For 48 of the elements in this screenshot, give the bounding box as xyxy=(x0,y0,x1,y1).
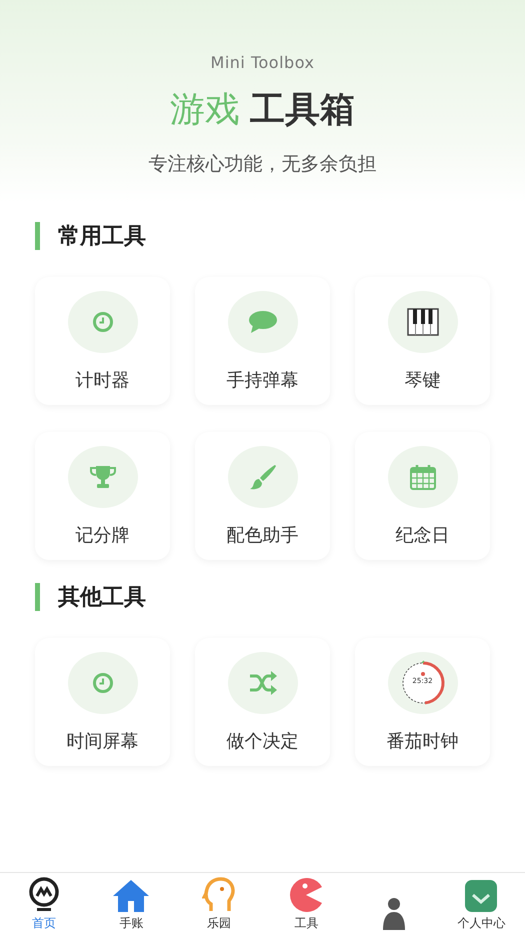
nav-item[interactable]: 乐园 xyxy=(175,873,262,935)
pacman-icon xyxy=(288,877,324,913)
nav-label: 乐园 xyxy=(206,915,231,932)
tool-label: 配色助手 xyxy=(226,524,298,546)
trophy-icon xyxy=(88,464,116,488)
tool-card[interactable]: 做个决定 xyxy=(195,638,330,766)
nav-item[interactable]: 个人中心 xyxy=(438,873,525,935)
chat-bubble-icon xyxy=(248,310,278,334)
tagline: 专注核心功能，无多余负担 xyxy=(148,152,376,177)
tool-label: 做个决定 xyxy=(226,730,298,752)
tool-label: 时间屏幕 xyxy=(66,730,138,752)
piano-keys-icon xyxy=(406,308,438,336)
shuffle-icon xyxy=(248,670,278,694)
profile-badge-icon xyxy=(464,879,498,913)
nav-item[interactable]: 首页 xyxy=(0,873,88,935)
clock-icon xyxy=(92,310,114,332)
tool-label: 纪念日 xyxy=(396,524,450,546)
nav-label: 个人中心 xyxy=(457,915,506,932)
tool-card[interactable]: 记分牌 xyxy=(35,432,170,560)
title-accent: 游戏 xyxy=(170,89,240,132)
tool-label: 记分牌 xyxy=(76,524,130,546)
section-title: 其他工具 xyxy=(58,584,146,612)
nav-label: 首页 xyxy=(32,915,56,932)
tool-label: 手持弹幕 xyxy=(226,368,298,392)
nav-item[interactable]: 工具 xyxy=(262,873,350,935)
calendar-icon xyxy=(408,462,436,490)
tool-label: 琴键 xyxy=(404,368,440,392)
app-title: 工具箱 xyxy=(250,89,355,132)
section-marker xyxy=(35,583,40,611)
head-profile-icon xyxy=(202,877,236,913)
tool-card[interactable]: 计时器 xyxy=(35,277,170,405)
app-subtitle: Mini Toolbox xyxy=(210,53,314,72)
section-title: 常用工具 xyxy=(58,223,146,251)
nav-item[interactable]: 手账 xyxy=(88,873,175,935)
tool-card[interactable]: 纪念日 xyxy=(355,432,490,560)
lightbulb-icon xyxy=(26,877,61,913)
tool-label: 计时器 xyxy=(76,368,130,392)
nav-label: 工具 xyxy=(294,915,318,932)
section-marker xyxy=(35,222,40,250)
tool-label: 番茄时钟 xyxy=(386,730,458,752)
paintbrush-icon xyxy=(248,462,278,490)
house-icon xyxy=(112,879,150,913)
tool-card[interactable]: 时间屏幕 xyxy=(35,638,170,766)
tool-card[interactable]: 琴键 xyxy=(355,277,490,405)
nav-label: 手账 xyxy=(119,915,144,932)
tool-card[interactable]: 手持弹幕 xyxy=(195,277,330,405)
clock-icon xyxy=(92,672,114,694)
tool-card[interactable]: 配色助手 xyxy=(195,432,330,560)
